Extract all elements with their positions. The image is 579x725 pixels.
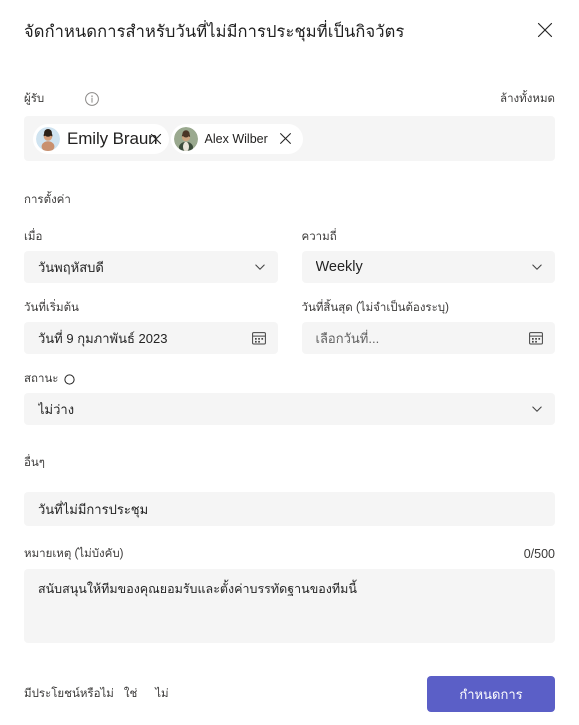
calendar-icon[interactable] xyxy=(527,329,545,347)
when-select[interactable]: วันพฤหัสบดี xyxy=(24,251,278,283)
schedule-no-meeting-day-dialog: จัดกำหนดการสำหรับวันที่ไม่มีการประชุมที่… xyxy=(0,0,579,725)
feedback-yes-link[interactable]: ใช่ xyxy=(124,685,137,703)
recipients-label: ผู้รับ xyxy=(24,93,45,105)
chevron-down-icon xyxy=(252,259,268,275)
end-date-label: วันที่สิ้นสุด (ไม่จำเป็นต้องระบุ) xyxy=(301,302,449,314)
when-label: เมื่อ xyxy=(24,231,43,243)
schedule-button[interactable]: กำหนดการ xyxy=(427,676,555,712)
notes-textarea[interactable]: สนับสนุนให้ทีมของคุณยอมรับและตั้งค่าบรรท… xyxy=(24,569,555,643)
recipient-chip[interactable]: Emily Braun xyxy=(33,123,169,154)
feedback-no-link[interactable]: ไม่ xyxy=(155,685,168,703)
start-date-field: วันที่เริ่มต้น วันที่ 9 กุมภาพันธ์ 2023 xyxy=(24,300,278,354)
notes-label: หมายเหตุ (ไม่บังคับ) xyxy=(24,548,124,560)
info-icon[interactable] xyxy=(84,91,100,107)
notes-header: หมายเหตุ (ไม่บังคับ) 0/500 xyxy=(24,545,555,563)
status-label-row: สถานะ xyxy=(24,371,555,387)
end-date-field: วันที่สิ้นสุด (ไม่จำเป็นต้องระบุ) เลือกว… xyxy=(301,300,555,354)
start-date-label: วันที่เริ่มต้น xyxy=(24,302,79,314)
status-label: สถานะ xyxy=(24,373,59,385)
avatar xyxy=(173,126,198,151)
recipient-name: Alex Wilber xyxy=(204,131,268,146)
status-value: ไม่ว่าง xyxy=(38,401,75,417)
avatar xyxy=(36,126,60,151)
dialog-footer: มีประโยชน์หรือไม่ ใช่ ไม่ กำหนดการ xyxy=(0,663,579,725)
feedback-group: มีประโยชน์หรือไม่ ใช่ ไม่ xyxy=(24,685,169,703)
when-field: เมื่อ วันพฤหัสบดี xyxy=(24,229,278,283)
clear-all-link[interactable]: ล้างทั้งหมด xyxy=(500,91,555,107)
close-dialog-button[interactable] xyxy=(529,14,561,46)
close-icon xyxy=(535,20,555,40)
event-title-input[interactable]: วันที่ไม่มีการประชุม xyxy=(24,492,555,526)
frequency-select[interactable]: Weekly xyxy=(301,251,555,283)
start-date-value: วันที่ 9 กุมภาพันธ์ 2023 xyxy=(38,330,168,346)
frequency-field: ความถี่ Weekly xyxy=(301,229,555,283)
other-section-title: อื่นๆ xyxy=(24,457,45,469)
recipients-input-box[interactable]: Emily Braun Alex Wilber xyxy=(24,116,555,161)
status-circle-icon xyxy=(63,373,75,385)
dialog-body: ผู้รับ ล้างทั้งหมด Emily Braun Alex Wilb… xyxy=(0,90,579,643)
notes-character-counter: 0/500 xyxy=(523,547,555,561)
when-value: วันพฤหัสบดี xyxy=(38,259,104,275)
status-select[interactable]: ไม่ว่าง xyxy=(24,393,555,425)
dates-row: วันที่เริ่มต้น วันที่ 9 กุมภาพันธ์ 2023 xyxy=(24,300,555,354)
feedback-question: มีประโยชน์หรือไม่ xyxy=(24,688,114,700)
status-field: สถานะ ไม่ว่าง xyxy=(24,371,555,425)
chevron-down-icon xyxy=(529,259,545,275)
calendar-icon[interactable] xyxy=(250,329,268,347)
recipient-chip[interactable]: Alex Wilber xyxy=(170,123,303,154)
remove-recipient-button[interactable] xyxy=(275,128,297,150)
chevron-down-icon xyxy=(529,401,545,417)
start-date-input[interactable]: วันที่ 9 กุมภาพันธ์ 2023 xyxy=(24,322,278,354)
end-date-placeholder: เลือกวันที่... xyxy=(315,330,380,346)
frequency-value: Weekly xyxy=(315,259,363,275)
frequency-label: ความถี่ xyxy=(301,231,337,243)
remove-recipient-button[interactable] xyxy=(145,128,167,150)
settings-section-title: การตั้งค่า xyxy=(24,194,71,206)
when-frequency-row: เมื่อ วันพฤหัสบดี ความถี่ Weekly xyxy=(24,229,555,283)
end-date-input[interactable]: เลือกวันที่... xyxy=(301,322,555,354)
page-title: จัดกำหนดการสำหรับวันที่ไม่มีการประชุมที่… xyxy=(24,23,405,41)
recipients-header: ผู้รับ ล้างทั้งหมด xyxy=(24,90,555,108)
dialog-header: จัดกำหนดการสำหรับวันที่ไม่มีการประชุมที่… xyxy=(0,0,579,62)
